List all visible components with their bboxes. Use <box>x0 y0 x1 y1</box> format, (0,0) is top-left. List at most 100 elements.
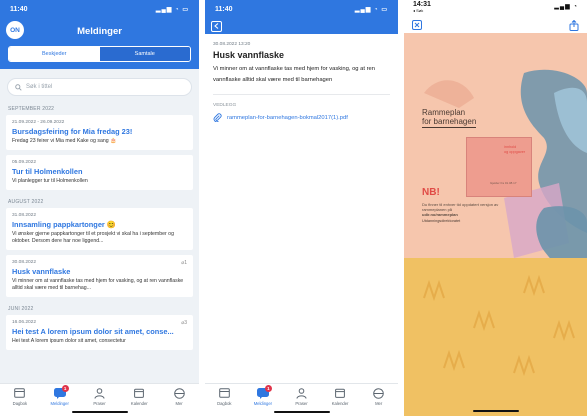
tab-label: Kalender <box>130 401 148 406</box>
cover-contents-line1: innhold <box>504 145 517 149</box>
close-button[interactable] <box>412 20 422 30</box>
message-preview: Fredag 23 feirer vi Mia med Kake og sang… <box>12 138 117 144</box>
status-icons: ▂▄▆ ◔ ▭ <box>155 6 189 13</box>
viewer-toolbar <box>404 17 587 33</box>
home-indicator <box>472 409 519 412</box>
message-preview: Hei test A lorem ipsum dolor sit amet, c… <box>12 338 126 344</box>
calendar-icon <box>133 387 146 399</box>
message-card[interactable]: 31.08.2022 Innsamling pappkartonger 😊 Vi… <box>6 208 193 250</box>
pdf-page <box>404 33 587 416</box>
message-card[interactable]: ⌀3 16.06.2022 Hei test A lorem ipsum dol… <box>6 315 193 350</box>
unread-badge: 1 <box>264 385 272 392</box>
tab-label: Praser <box>93 401 106 406</box>
message-title: Husk vannflaske <box>12 267 71 276</box>
message-date: 30.08.2022 <box>12 260 37 265</box>
share-icon[interactable] <box>569 19 579 31</box>
top-nav: ON Meldinger <box>0 18 199 44</box>
cover-bottom-panel <box>404 258 587 416</box>
month-header: SEPTEMBER 2022 <box>8 106 55 112</box>
tab-bar: Dagbok 1 Meldinger Praser Kalender Mer <box>0 383 199 416</box>
close-icon <box>414 22 420 28</box>
message-body: Vi minner om at vannflaske tas med hjem … <box>213 66 375 83</box>
divider <box>213 94 390 95</box>
tab-dagbok[interactable]: Dagbok <box>205 384 244 416</box>
home-indicator <box>71 410 128 413</box>
message-date: 21.09.2022 - 26.09.2022 <box>12 120 65 125</box>
status-bar: 14:31 ◂ Søk ▂▄▆ ◔ <box>404 0 587 17</box>
tab-label: Praser <box>295 401 308 406</box>
status-left: 14:31 ◂ Søk <box>413 0 431 17</box>
paperclip-icon <box>213 113 222 122</box>
chevron-left-icon <box>214 23 219 29</box>
message-title: Tur til Holmenkollen <box>12 167 83 176</box>
attachment-link[interactable]: rammeplan-for-barnehagen-bokmal2017(1).p… <box>213 113 390 122</box>
unread-badge: 1 <box>61 385 69 392</box>
segment-control-wrap: Beskjeder Samtale <box>0 44 199 69</box>
header-area: 11:40 ▂▄▆ ◔ ▭ <box>205 0 398 34</box>
cover-contents-line2: og oppgaver <box>504 150 526 154</box>
message-preview: Vi planlegger tur til Holmenkollen <box>12 178 88 184</box>
message-preview: Vi minner om at vannflaske tas med hjem … <box>12 278 184 291</box>
tab-bar: Dagbok 1 Meldinger Praser Kalender Mer <box>205 383 398 416</box>
cover-publisher: Utdanningsdirektoratet <box>422 219 461 223</box>
calendar-icon <box>334 387 347 399</box>
back-button[interactable] <box>211 20 222 32</box>
search-input[interactable]: Søk i tittel <box>7 78 192 96</box>
month-header: AUGUST 2022 <box>8 199 44 205</box>
cover-udir-link: udir.no/rammeplan <box>422 212 458 217</box>
people-icon <box>93 387 106 399</box>
handprints-pattern <box>423 274 575 377</box>
cover-title-line1: Rammeplan <box>422 108 466 117</box>
message-date: 05.09.2022 <box>12 160 37 165</box>
pdf-viewer-screen: 14:31 ◂ Søk ▂▄▆ ◔ Rammeplan for barnehag… <box>404 0 587 416</box>
tab-mer[interactable]: Mer <box>159 384 199 416</box>
segment-beskjeder[interactable]: Beskjeder <box>9 47 100 61</box>
cover-contents-label: innhold og oppgaver <box>504 145 525 155</box>
search-placeholder: Søk i tittel <box>26 84 53 90</box>
segment-control: Beskjeder Samtale <box>8 46 191 62</box>
attachment-count-value: 1 <box>184 260 187 266</box>
more-icon <box>173 387 186 399</box>
message-card[interactable]: ⌀1 30.08.2022 Husk vannflaske Vi minner … <box>6 255 193 297</box>
tab-label: Dagbok <box>12 401 28 406</box>
status-time: 11:40 <box>10 5 28 13</box>
segment-samtale[interactable]: Samtale <box>99 47 190 61</box>
message-date: 30.08.2022 13:20 <box>213 42 251 47</box>
tab-label: Dagbok <box>217 401 232 406</box>
more-icon <box>372 387 385 399</box>
avatar[interactable]: ON <box>6 21 24 39</box>
tab-label: Mer <box>175 401 183 406</box>
message-date: 16.06.2022 <box>12 320 37 325</box>
cover-nb-text: Du finner til enhver tid oppdatert versj… <box>422 202 512 217</box>
page-title: Meldinger <box>77 25 122 37</box>
message-title: Husk vannflaske <box>213 50 285 60</box>
cover-nb-body: Du finner til enhver tid oppdatert versj… <box>422 202 499 212</box>
message-preview: Vi ønsker gjerne pappkartonger til et pr… <box>12 231 174 244</box>
message-card[interactable]: 05.09.2022 Tur til Holmenkollen Vi planl… <box>6 155 193 190</box>
status-icons: ▂▄▆ ◔ <box>554 4 578 10</box>
message-detail: 30.08.2022 13:20 Husk vannflaske Vi minn… <box>205 34 398 130</box>
attachments-label: VEDLEGG <box>213 103 237 108</box>
message-card[interactable]: 21.09.2022 - 26.09.2022 Bursdagsfeiring … <box>6 115 193 150</box>
home-indicator <box>273 410 330 413</box>
tab-dagbok[interactable]: Dagbok <box>0 384 40 416</box>
attachment-count: ⌀3 <box>181 320 187 326</box>
top-nav <box>205 18 398 34</box>
status-bar: 11:40 ▂▄▆ ◔ ▭ <box>205 0 398 18</box>
status-icons: ▂▄▆ ◔ ▭ <box>354 6 388 13</box>
message-title: Hei test A lorem ipsum dolor sit amet, c… <box>12 327 174 336</box>
search-icon <box>15 83 22 91</box>
back-to-search-link[interactable]: ◂ Søk <box>413 8 431 14</box>
cover-valid-from: Gjelder fra 01.08.17 <box>490 181 517 185</box>
journal-icon <box>13 387 26 399</box>
cover-nb: NB! <box>422 187 440 198</box>
attachment-count: ⌀1 <box>181 260 187 266</box>
tab-label: Meldinger <box>253 401 273 406</box>
messages-list-screen: 11:40 ▂▄▆ ◔ ▭ ON Meldinger Beskjeder Sam… <box>0 0 199 416</box>
cover-title-line2: for barnehagen <box>422 117 477 128</box>
journal-icon <box>218 387 231 399</box>
tab-label: Kalender <box>331 401 349 406</box>
status-bar: 11:40 ▂▄▆ ◔ ▭ <box>0 0 199 18</box>
message-title: Bursdagsfeiring for Mia fredag 23! <box>12 127 133 136</box>
tab-mer[interactable]: Mer <box>359 384 398 416</box>
